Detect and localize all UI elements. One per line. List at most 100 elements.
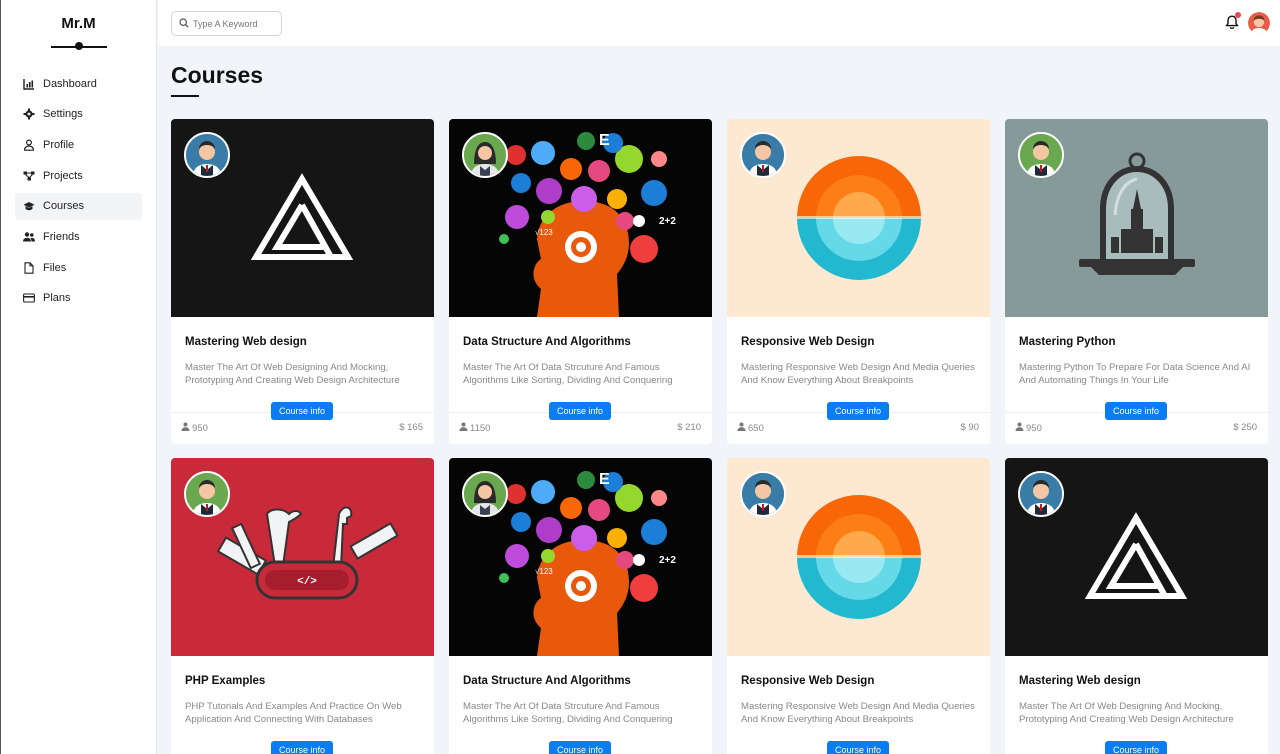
course-card: Responsive Web Design Mastering Responsi…: [727, 119, 990, 444]
students-count: 1150: [459, 422, 490, 434]
svg-text:E: E: [599, 132, 610, 149]
sidebar-item-files[interactable]: Files: [15, 254, 142, 281]
chart-icon: [23, 78, 35, 90]
course-title: Responsive Web Design: [741, 675, 875, 687]
sidebar-item-settings[interactable]: Settings: [15, 101, 142, 128]
file-icon: [23, 261, 35, 274]
instructor-avatar: [740, 132, 786, 178]
user-icon: [23, 139, 35, 151]
users-icon: [23, 231, 35, 243]
credit-card-icon: [23, 292, 35, 304]
course-price: $ 250: [1233, 422, 1257, 433]
sidebar-item-profile[interactable]: Profile: [15, 131, 142, 158]
sidebar: Mr.M Dashboard Settings Profile Projects: [0, 0, 157, 754]
course-info-button[interactable]: Course info: [271, 402, 333, 420]
user-avatar[interactable]: [1248, 12, 1270, 34]
user-icon: [459, 422, 468, 434]
course-card: Responsive Web Design Mastering Responsi…: [727, 458, 990, 754]
course-info-button[interactable]: Course info: [271, 741, 333, 754]
course-card: E 2+2 √123 Data Structure And Algorithms…: [449, 458, 712, 754]
sidebar-item-label: Settings: [43, 108, 83, 121]
notification-badge: [1235, 12, 1241, 18]
page-title: Courses: [171, 62, 264, 88]
graduation-cap-icon: [23, 200, 35, 212]
course-image-sunset-circle: [727, 119, 990, 317]
students-count: 650: [737, 422, 764, 434]
course-info-button[interactable]: Course info: [827, 741, 889, 754]
course-description: Master The Art Of Data Strcuture And Fam…: [463, 701, 673, 726]
course-price: $ 210: [677, 422, 701, 433]
course-title: PHP Examples: [185, 675, 266, 687]
course-description: Mastering Responsive Web Design And Medi…: [741, 701, 975, 726]
instructor-avatar: [462, 132, 508, 178]
course-description: Mastering Python To Prepare For Data Sci…: [1019, 362, 1251, 387]
svg-text:√123: √123: [535, 567, 553, 576]
course-price: $ 165: [399, 422, 423, 433]
sidebar-item-label: Files: [43, 261, 67, 274]
course-image-brain-head: E 2+2 √123: [449, 458, 712, 656]
course-title: Mastering Python: [1019, 336, 1116, 348]
course-title: Mastering Web design: [1019, 675, 1141, 687]
course-info-button[interactable]: Course info: [549, 402, 611, 420]
students-count-value: 650: [748, 422, 764, 434]
course-image-sunset-circle: [727, 458, 990, 656]
course-description: Master The Art Of Data Strcuture And Fam…: [463, 362, 673, 387]
brand-divider: [50, 42, 107, 50]
course-image-bell-jar: [1005, 119, 1268, 317]
svg-text:2+2: 2+2: [659, 216, 676, 227]
sidebar-item-friends[interactable]: Friends: [15, 223, 142, 250]
svg-text:2+2: 2+2: [659, 555, 676, 566]
students-count-value: 950: [1026, 422, 1042, 434]
sidebar-item-label: Dashboard: [43, 77, 97, 90]
sidebar-item-projects[interactable]: Projects: [15, 162, 142, 189]
sidebar-item-dashboard[interactable]: Dashboard: [15, 70, 142, 97]
gear-icon: [23, 108, 35, 120]
course-description: Master The Art Of Web Designing And Mock…: [185, 362, 400, 387]
search-input[interactable]: [193, 18, 273, 29]
course-title: Mastering Web design: [185, 336, 307, 348]
brand-logo: Mr.M: [61, 15, 96, 32]
search-box[interactable]: [171, 11, 282, 36]
course-price: $ 90: [960, 422, 980, 433]
svg-text:</>: </>: [297, 576, 317, 588]
course-title: Data Structure And Algorithms: [463, 675, 631, 687]
title-underline: [171, 95, 199, 97]
instructor-avatar: [184, 132, 230, 178]
sidebar-item-courses[interactable]: Courses: [15, 192, 142, 220]
sidebar-item-label: Profile: [43, 138, 75, 151]
sidebar-item-plans[interactable]: Plans: [15, 285, 142, 312]
course-image-triangle-logo: [171, 119, 434, 317]
course-card: </> PHP Examples PHP Tutorials And Examp…: [171, 458, 434, 754]
svg-text:E: E: [599, 471, 610, 488]
instructor-avatar: [740, 471, 786, 517]
course-info-button[interactable]: Course info: [1105, 741, 1167, 754]
course-description: PHP Tutorials And Examples And Practice …: [185, 701, 402, 726]
sidebar-item-label: Friends: [43, 230, 80, 243]
user-icon: [737, 422, 746, 434]
instructor-avatar: [184, 471, 230, 517]
course-info-button[interactable]: Course info: [1105, 402, 1167, 420]
students-count: 950: [181, 422, 208, 434]
students-count-value: 1150: [470, 422, 491, 434]
course-card: Mastering Web design Master The Art Of W…: [171, 119, 434, 444]
students-count-value: 950: [192, 422, 208, 434]
course-info-button[interactable]: Course info: [827, 402, 889, 420]
instructor-avatar: [1018, 132, 1064, 178]
course-info-button[interactable]: Course info: [549, 741, 611, 754]
students-count: 950: [1015, 422, 1042, 434]
instructor-avatar: [1018, 471, 1064, 517]
course-image-tool-knife: </>: [171, 458, 434, 656]
search-icon: [179, 15, 189, 33]
course-image-brain-head: E 2+2 √123: [449, 119, 712, 317]
svg-text:√123: √123: [535, 228, 553, 237]
user-icon: [1015, 422, 1024, 434]
sidebar-item-label: Projects: [43, 169, 83, 182]
projects-icon: [23, 170, 35, 182]
course-title: Responsive Web Design: [741, 336, 875, 348]
course-image-triangle-logo: [1005, 458, 1268, 656]
sidebar-item-label: Plans: [43, 292, 71, 305]
user-icon: [181, 422, 190, 434]
course-title: Data Structure And Algorithms: [463, 336, 631, 348]
course-card: Mastering Python Mastering Python To Pre…: [1005, 119, 1268, 444]
course-description: Mastering Responsive Web Design And Medi…: [741, 362, 975, 387]
